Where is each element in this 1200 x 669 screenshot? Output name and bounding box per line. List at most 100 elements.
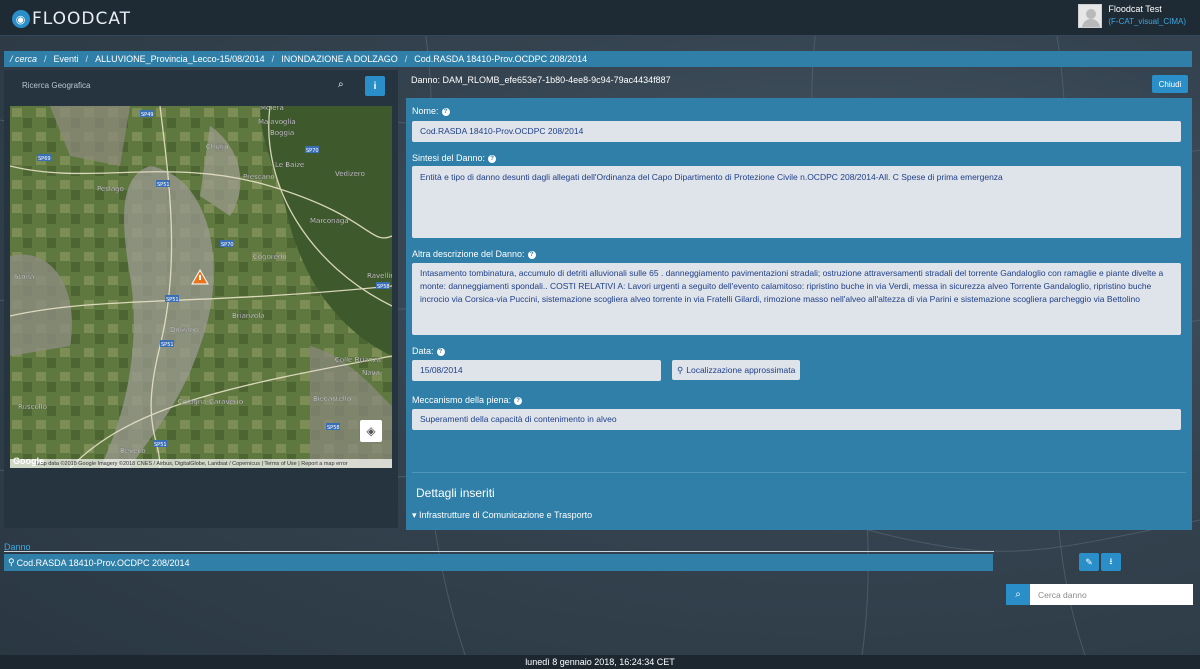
pencil-icon: ✎ [1085,556,1093,567]
user-name: Floodcat Test [1108,4,1162,14]
svg-text:Marconaga: Marconaga [310,217,349,225]
svg-text:Biecastello: Biecastello [313,395,351,403]
data-label-text: Data: [412,346,434,356]
close-button[interactable]: Chiudi [1152,75,1188,93]
sintesi-field[interactable]: Entità e tipo di danno desunti dagli all… [412,166,1181,238]
help-icon[interactable]: ? [488,154,497,163]
nome-label: Nome:? [412,106,450,116]
svg-text:SP51: SP51 [166,297,179,303]
geo-search-input[interactable]: Ricerca Geografica [10,76,355,94]
breadcrumb-inondazione[interactable]: INONDAZIONE A DOLZAGO [281,54,398,64]
top-bar: ◉ FLOODCAT Floodcat Test (F-CAT_visual_C… [0,0,1200,36]
infrastrutture-toggle[interactable]: ▾ Infrastrutture di Comunicazione e Tras… [412,510,592,521]
logo-text: FLOODCAT [32,9,132,29]
sintesi-label: Sintesi del Danno:? [412,153,497,163]
breadcrumb-separator: / [271,54,275,64]
svg-text:Malavoglia: Malavoglia [258,118,296,126]
help-icon[interactable]: ? [527,250,536,259]
svg-text:Le Baize: Le Baize [275,161,304,169]
svg-text:SP51: SP51 [157,182,170,188]
altra-descrizione-label: Altra descrizione del Danno:? [412,249,536,259]
meccanismo-label-text: Meccanismo della piena: [412,395,512,405]
svg-text:SP51: SP51 [154,442,167,448]
meccanismo-field[interactable]: Superamenti della capacità di contenimen… [412,409,1181,430]
breadcrumb-separator: / [44,54,47,64]
svg-text:Cogoredo: Cogoredo [253,253,287,261]
data-label: Data:? [412,346,445,356]
search-icon[interactable]: ⌕ [338,79,344,90]
search-icon: ⌕ [1015,589,1021,600]
map-marker-icon: ⚲ [8,557,15,567]
download-icon: ⭳ [1109,556,1113,566]
svg-text:SP69: SP69 [38,156,51,162]
user-menu[interactable]: Floodcat Test (F-CAT_visual_CIMA) [1078,4,1186,28]
svg-text:Ravellino: Ravellino [367,272,392,280]
divider [4,551,994,552]
svg-text:SP51: SP51 [161,342,174,348]
detail-panel: Nome:? Cod.RASDA 18410-Prov.OCDPC 208/20… [406,98,1192,530]
svg-text:SP58: SP58 [377,284,390,290]
svg-text:Brianzola: Brianzola [232,312,265,320]
svg-text:Molera: Molera [260,106,284,112]
danno-id: Danno: DAM_RLOMB_efe653e7-1b80-4ee8-9c94… [411,75,671,85]
status-bar: lunedì 8 gennaio 2018, 16:24:34 CET [0,655,1200,669]
google-logo: Google [13,456,44,466]
altra-label-text: Altra descrizione del Danno: [412,249,525,259]
help-icon[interactable]: ? [441,107,450,116]
map-panel: Ricerca Geografica ⌕ i Molera Malavoglia… [4,70,398,528]
svg-text:Nava: Nava [362,369,380,377]
svg-text:SP58: SP58 [327,425,340,431]
breadcrumb-separator: / [404,54,408,64]
svg-text:Dolzago: Dolzago [170,326,198,334]
search-danno-button[interactable]: ⌕ [1006,584,1030,605]
dettagli-title: Dettagli inseriti [416,486,495,500]
meccanismo-label: Meccanismo della piena:? [412,395,523,405]
nome-field[interactable]: Cod.RASDA 18410-Prov.OCDPC 208/2014 [412,121,1181,142]
info-button[interactable]: i [365,76,385,96]
svg-text:Peslago: Peslago [97,185,124,193]
svg-text:Cologna-Caraverio: Cologna-Caraverio [178,398,243,406]
nome-label-text: Nome: [412,106,439,116]
svg-text:Beveco: Beveco [120,447,146,455]
svg-text:Stona: Stona [14,273,34,281]
logo-icon: ◉ [12,10,30,28]
edit-button[interactable]: ✎ [1079,553,1099,571]
altra-descrizione-field[interactable]: Intasamento tombinatura, accumulo di det… [412,263,1181,335]
svg-text:SP70: SP70 [221,242,234,248]
svg-text:Vedizero: Vedizero [335,170,365,178]
map-attribution: Map data ©2018 Google Imagery ©2018 CNES… [10,459,392,468]
svg-text:Boggia: Boggia [270,129,294,137]
svg-text:Prescano: Prescano [243,173,275,181]
avatar[interactable] [1078,4,1103,28]
breadcrumb-cerca[interactable]: / cerca [10,54,37,64]
danno-list-item[interactable]: ⚲ Cod.RASDA 18410-Prov.OCDPC 208/2014 [4,554,993,571]
breadcrumb-separator: / [85,54,89,64]
map-marker-icon: ⚲ [677,364,684,375]
svg-text:SP70: SP70 [306,148,319,154]
breadcrumb-eventi[interactable]: Eventi [54,54,79,64]
app-logo[interactable]: ◉ FLOODCAT [12,8,131,30]
infrastrutture-label: Infrastrutture di Comunicazione e Traspo… [419,510,593,520]
breadcrumb-danno[interactable]: Cod.RASDA 18410-Prov.OCDPC 208/2014 [414,54,587,64]
help-icon[interactable]: ? [514,396,523,405]
satellite-map[interactable]: Molera Malavoglia Boggia Chiaro Le Baize… [10,106,392,468]
svg-text:Chiaro: Chiaro [206,143,229,151]
localizzazione-button[interactable]: ⚲ Localizzazione approssimata [672,360,801,380]
sintesi-label-text: Sintesi del Danno: [412,153,486,163]
datetime: lunedì 8 gennaio 2018, 16:24:34 CET [525,657,675,667]
user-group[interactable]: (F-CAT_visual_CIMA) [1108,17,1186,26]
help-icon[interactable]: ? [436,347,445,356]
svg-text:Ruscollo: Ruscollo [18,403,47,411]
divider [412,472,1186,473]
svg-text:SP49: SP49 [141,112,154,118]
breadcrumb-evento[interactable]: ALLUVIONE_Provincia_Lecco-15/08/2014 [95,54,265,64]
breadcrumb: / cerca / Eventi / ALLUVIONE_Provincia_L… [4,51,1192,67]
localizzazione-label: Localizzazione approssimata [686,365,796,375]
data-field[interactable]: 15/08/2014 [412,360,661,381]
download-button[interactable]: ⭳ [1101,553,1121,571]
chevron-down-icon: ▾ [412,510,417,520]
layers-icon[interactable]: ◈ [360,420,382,442]
search-danno-input[interactable]: Cerca danno [1030,584,1193,605]
danno-row-label: Cod.RASDA 18410-Prov.OCDPC 208/2014 [16,557,190,568]
svg-text:Colle Brianza: Colle Brianza [335,356,381,364]
